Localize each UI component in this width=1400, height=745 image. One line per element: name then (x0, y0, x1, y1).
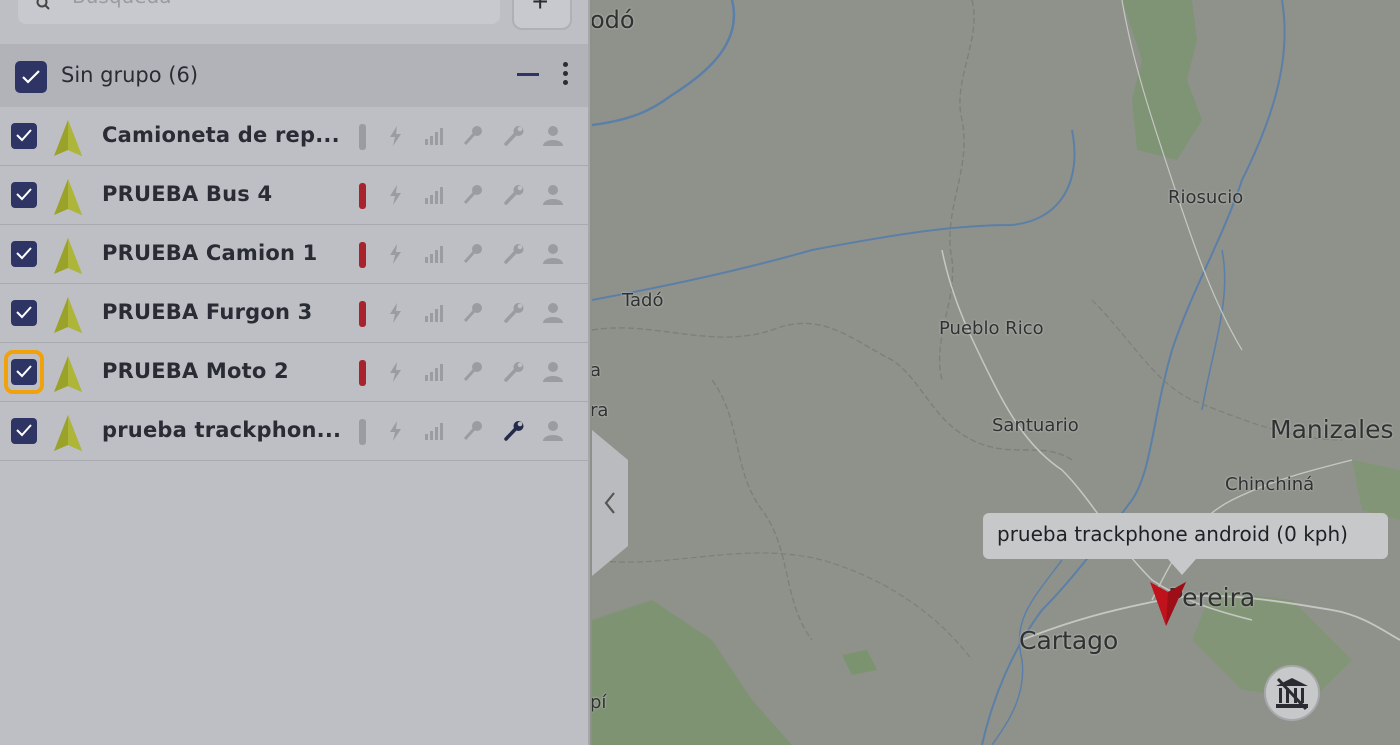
check-icon (16, 247, 32, 260)
vehicle-row[interactable]: PRUEBA Bus 4 (0, 166, 588, 225)
signal-icon (425, 423, 443, 440)
vehicle-marker-icon[interactable] (1150, 580, 1186, 628)
user-icon (543, 303, 563, 323)
place-label: odó (592, 6, 635, 34)
signal-icon (425, 364, 443, 381)
user-icon (543, 421, 563, 441)
vehicle-checkbox[interactable] (11, 182, 37, 208)
user-icon (543, 126, 563, 146)
wrench-icon (504, 421, 524, 441)
more-options-icon[interactable] (559, 62, 571, 88)
check-icon (16, 306, 32, 319)
bolt-icon (390, 421, 401, 441)
vehicle-name: PRUEBA Moto 2 (102, 359, 289, 383)
check-icon (22, 70, 40, 84)
tooltip-tail (1168, 559, 1196, 575)
place-label: a (592, 360, 602, 381)
vehicle-name: Camioneta de rep... (102, 123, 340, 147)
status-bar (359, 360, 366, 386)
search-row: + (0, 0, 590, 44)
vehicle-direction-icon (54, 179, 82, 215)
signal-icon (425, 128, 443, 145)
vehicle-sidebar: + Sin grupo (6) Camioneta de rep... PRUE… (0, 0, 590, 745)
key-icon (463, 362, 482, 382)
key-icon (463, 185, 482, 205)
status-bar (359, 301, 366, 327)
plus-icon: + (532, 0, 549, 17)
bolt-icon (390, 244, 401, 264)
vehicle-checkbox[interactable] (11, 241, 37, 267)
add-button[interactable]: + (512, 0, 572, 30)
vehicle-checkbox[interactable] (11, 418, 37, 444)
map-layer-button[interactable] (1264, 665, 1320, 721)
vehicle-row[interactable]: PRUEBA Moto 2 (0, 343, 588, 402)
key-icon (463, 303, 482, 323)
key-icon (463, 126, 482, 146)
signal-icon (425, 246, 443, 263)
vehicle-row[interactable]: PRUEBA Furgon 3 (0, 284, 588, 343)
key-icon (463, 421, 482, 441)
group-checkbox[interactable] (15, 61, 47, 93)
vehicle-row[interactable]: PRUEBA Camion 1 (0, 225, 588, 284)
place-label: Tadó (622, 290, 664, 311)
wrench-icon (504, 185, 524, 205)
signal-icon (425, 305, 443, 322)
vehicle-row[interactable]: Camioneta de rep... (0, 107, 588, 166)
bolt-icon (390, 126, 401, 146)
vehicle-direction-icon (54, 297, 82, 333)
status-bar (359, 124, 366, 150)
search-input[interactable] (72, 0, 492, 8)
user-icon (543, 244, 563, 264)
collapse-group-icon[interactable] (517, 73, 539, 76)
vehicle-direction-icon (54, 238, 82, 274)
map-base (592, 0, 1400, 745)
user-icon (543, 185, 563, 205)
vehicle-name: PRUEBA Furgon 3 (102, 300, 313, 324)
key-icon (463, 244, 482, 264)
search-box[interactable] (18, 0, 500, 24)
status-bar (359, 183, 366, 209)
status-bar (359, 242, 366, 268)
wrench-icon (504, 126, 524, 146)
place-label: ra (592, 400, 609, 421)
wrench-icon (504, 244, 524, 264)
signal-icon (425, 187, 443, 204)
place-label: Manizales (1270, 415, 1394, 444)
place-label: Santuario (992, 415, 1079, 436)
bolt-icon (390, 362, 401, 382)
place-label: Pueblo Rico (939, 318, 1044, 339)
focus-ring (4, 350, 44, 394)
check-icon (16, 129, 32, 142)
bolt-icon (390, 303, 401, 323)
sidebar-collapse-handle[interactable] (592, 430, 628, 576)
search-icon (36, 0, 50, 10)
vehicle-name: PRUEBA Bus 4 (102, 182, 273, 206)
group-label: Sin grupo (6) (61, 63, 199, 87)
wrench-icon (504, 303, 524, 323)
vehicle-direction-icon (54, 356, 82, 392)
museum-icon (1276, 677, 1308, 711)
place-label: Cartago (1019, 626, 1119, 655)
vehicle-checkbox[interactable] (11, 123, 37, 149)
vehicle-name: PRUEBA Camion 1 (102, 241, 318, 265)
place-label: Riosucio (1168, 187, 1244, 208)
status-bar (359, 419, 366, 445)
place-label: Chinchiná (1225, 474, 1315, 495)
vehicle-checkbox[interactable] (11, 300, 37, 326)
wrench-icon (504, 362, 524, 382)
vehicle-row[interactable]: prueba trackphon... (0, 402, 588, 461)
bolt-icon (390, 185, 401, 205)
vehicle-direction-icon (54, 415, 82, 451)
vehicle-direction-icon (54, 120, 82, 156)
vehicle-tooltip: prueba trackphone android (0 kph) (983, 513, 1388, 559)
check-icon (16, 188, 32, 201)
check-icon (16, 424, 32, 437)
map-view[interactable]: odó Riosucio Tadó Pueblo Rico Santuario … (592, 0, 1400, 745)
user-icon (543, 362, 563, 382)
place-label: pí (592, 692, 607, 713)
vehicle-name: prueba trackphon... (102, 418, 342, 442)
